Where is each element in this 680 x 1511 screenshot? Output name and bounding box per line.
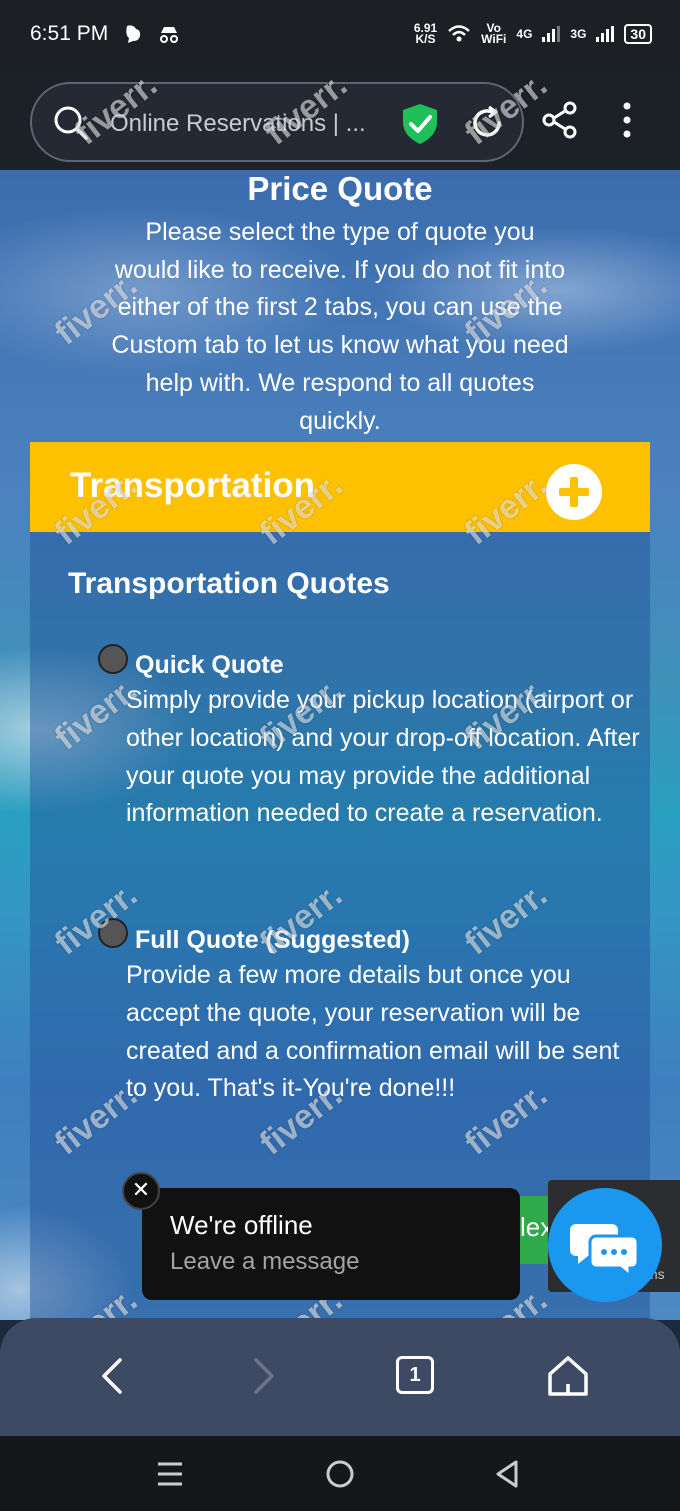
share-icon[interactable] [540, 100, 580, 140]
chat-button[interactable] [548, 1188, 662, 1302]
network-type-2: 3G [570, 27, 587, 41]
full-quote-title[interactable]: Full Quote (Suggested) [135, 925, 410, 955]
page-title: Price Quote [247, 170, 433, 207]
battery-indicator: 30 [624, 24, 652, 44]
tab-count: 1 [409, 1364, 421, 1386]
quick-quote-title[interactable]: Quick Quote [135, 650, 284, 680]
recent-apps-icon[interactable] [152, 1456, 188, 1492]
wifi-icon [448, 25, 471, 42]
chat-cta[interactable]: Leave a message [170, 1248, 359, 1276]
home-circle-icon[interactable] [322, 1456, 358, 1492]
search-icon [54, 106, 88, 140]
address-bar[interactable]: Online Reservations | ... [30, 82, 524, 162]
browser-bottom-nav: 1 [0, 1318, 680, 1436]
more-vertical-icon[interactable] [614, 100, 640, 140]
vowifi-label: Vo WiFi [481, 21, 507, 46]
reload-icon[interactable] [468, 104, 506, 142]
network-speed: 6.91 K/S [413, 21, 438, 46]
chat-status: We're offline [170, 1210, 313, 1240]
home-icon[interactable] [546, 1354, 590, 1398]
full-quote-description: Provide a few more details but once you … [126, 961, 620, 1103]
web-page: Price Quote Please select the type of qu… [0, 170, 680, 1320]
full-quote-radio[interactable] [98, 918, 128, 948]
tabs-button[interactable]: 1 [396, 1356, 434, 1394]
back-icon[interactable] [92, 1354, 136, 1398]
shield-check-icon[interactable] [400, 102, 440, 146]
notification-icon [126, 25, 141, 43]
incognito-icon [160, 27, 179, 43]
chat-popup[interactable]: We're offline Leave a message [142, 1188, 520, 1300]
plus-icon[interactable] [546, 464, 602, 520]
page-description: Please select the type of quote you woul… [111, 218, 569, 435]
chat-close-button[interactable]: ✕ [122, 1172, 160, 1210]
forward-icon[interactable] [240, 1354, 284, 1398]
quick-quote-radio[interactable] [98, 644, 128, 674]
signal-icon [542, 26, 561, 42]
browser-toolbar: Online Reservations | ... [0, 68, 680, 170]
quick-quote-description: Simply provide your pickup location (air… [126, 686, 640, 828]
page-url-title: Online Reservations | ... [110, 110, 366, 137]
panel-heading: Transportation Quotes [68, 567, 390, 600]
accordion-transportation[interactable]: Transportation [30, 442, 650, 532]
network-type-1: 4G [516, 27, 533, 41]
system-nav-bar [0, 1436, 680, 1511]
accordion-title: Transportation [70, 466, 316, 505]
back-triangle-icon[interactable] [490, 1456, 526, 1492]
clock: 6:51 PM [30, 22, 109, 45]
status-bar: 6:51 PM 6.91 K/S Vo WiFi 4G 3G 30 [0, 0, 680, 68]
chat-bubbles-icon [570, 1224, 640, 1280]
signal-icon-2 [596, 26, 615, 42]
